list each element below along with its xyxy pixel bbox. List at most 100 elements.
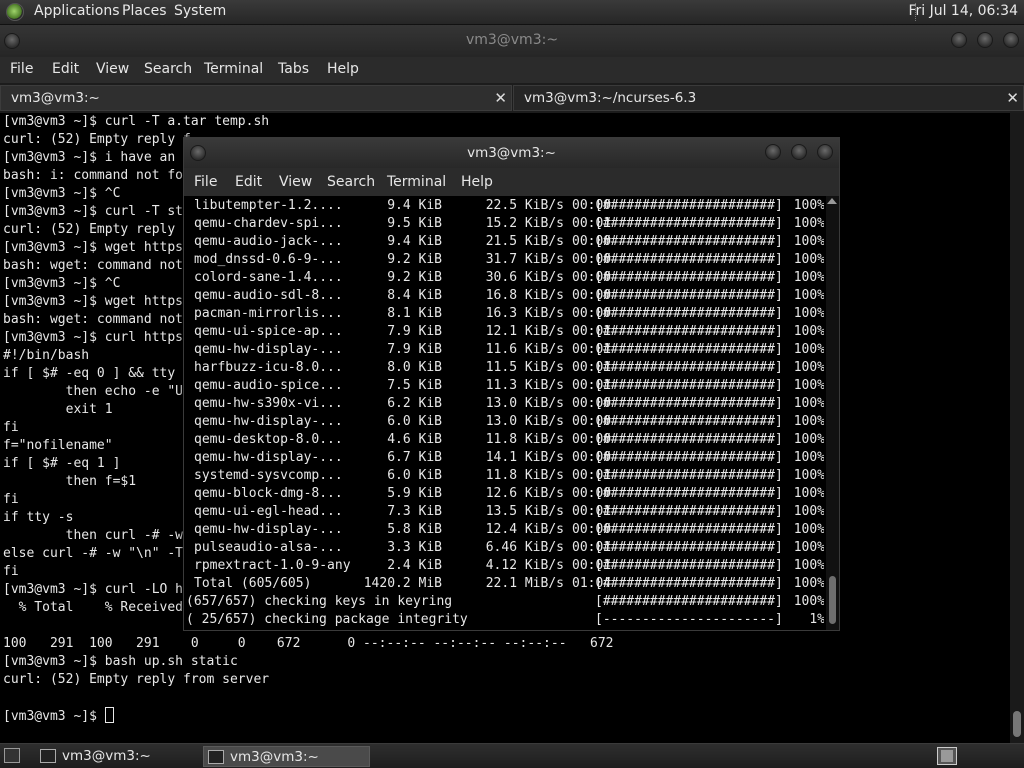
tab-close-icon[interactable]: ✕ (494, 89, 507, 107)
download-bar: [######################] (595, 576, 783, 591)
download-size: 9.4 KiB (387, 234, 442, 249)
download-size: 8.4 KiB (387, 288, 442, 303)
download-speed: 31.7 KiB/s (485, 252, 564, 267)
terminal-line: [vm3@vm3 ~]$ curl -T a.tar temp.sh (3, 114, 270, 129)
download-name: pulseaudio-alsa-... (194, 540, 343, 555)
float-scrollbar[interactable] (826, 196, 839, 630)
download-pct: 100% (793, 306, 824, 321)
download-pct: 100% (793, 216, 824, 231)
terminal-line: then f=$1 (3, 474, 137, 489)
clock[interactable]: Fri Jul 14, 06:34 (908, 3, 1018, 19)
download-pct: 100% (793, 198, 824, 213)
download-pct: 100% (793, 576, 824, 591)
menu-edit[interactable]: Edit (235, 174, 262, 190)
download-pct: 100% (793, 540, 824, 555)
download-speed: 22.1 MiB/s (485, 576, 564, 591)
download-bar: [######################] (595, 558, 783, 573)
download-size: 6.0 KiB (387, 468, 442, 483)
terminal-line: [vm3@vm3 ~]$ i have an (3, 150, 176, 165)
download-speed: 30.6 KiB/s (485, 270, 564, 285)
terminal-line: if [ $# -eq 1 ] (3, 456, 121, 471)
main-scrollbar[interactable] (1010, 113, 1024, 743)
menu-terminal[interactable]: Terminal (387, 174, 446, 190)
float-terminal-output[interactable]: libutempter-1.2.... 9.4 KiB 22.5 KiB/s 00:0… (184, 196, 824, 630)
terminal-line: fi (3, 492, 19, 507)
menu-places[interactable]: Places (122, 3, 167, 19)
status-percent: 100% (793, 594, 824, 609)
download-speed: 4.12 KiB/s (485, 558, 564, 573)
download-name: qemu-hw-display-... (194, 414, 343, 429)
download-size: 7.5 KiB (387, 378, 442, 393)
menu-applications[interactable]: Applications (34, 3, 120, 19)
menu-edit[interactable]: Edit (52, 61, 79, 77)
download-size: 3.3 KiB (387, 540, 442, 555)
maximize-button[interactable] (791, 144, 807, 160)
tab-close-icon[interactable]: ✕ (1006, 89, 1019, 107)
download-bar: [######################] (595, 432, 783, 447)
main-titlebar[interactable]: vm3@vm3:~ (0, 25, 1024, 57)
menu-search[interactable]: Search (144, 61, 192, 77)
scrollbar-thumb[interactable] (1013, 711, 1021, 737)
menu-file[interactable]: File (10, 61, 33, 77)
download-size: 6.7 KiB (387, 450, 442, 465)
terminal-line: curl: (52) Empty reply f (3, 132, 191, 147)
show-desktop-icon[interactable] (4, 748, 20, 763)
download-size: 9.4 KiB (387, 198, 442, 213)
workspace-switcher[interactable] (937, 747, 957, 765)
applications-logo-icon[interactable] (6, 3, 24, 21)
workspace-indicator (941, 750, 953, 762)
menu-view[interactable]: View (96, 61, 129, 77)
download-name: Total (605/605) (194, 576, 312, 591)
scrollbar-thumb[interactable] (829, 576, 836, 624)
download-size: 8.1 KiB (387, 306, 442, 321)
minimize-button[interactable] (951, 32, 967, 48)
menu-system[interactable]: System (174, 3, 226, 19)
download-speed: 11.8 KiB/s (485, 432, 564, 447)
float-menubar: File Edit View Search Terminal Help (184, 168, 839, 196)
menu-help[interactable]: Help (461, 174, 493, 190)
download-name: systemd-sysvcomp... (194, 468, 343, 483)
minimize-button[interactable] (765, 144, 781, 160)
taskbar-item-active[interactable]: vm3@vm3:~ (203, 746, 370, 767)
close-button[interactable] (1003, 32, 1019, 48)
scroll-up-icon[interactable] (827, 198, 837, 204)
download-pct: 100% (793, 522, 824, 537)
download-speed: 12.1 KiB/s (485, 324, 564, 339)
download-pct: 100% (793, 378, 824, 393)
tab-ncurses[interactable]: vm3@vm3:~/ncurses-6.3 ✕ (513, 85, 1024, 111)
download-size: 9.2 KiB (387, 270, 442, 285)
download-speed: 12.6 KiB/s (485, 486, 564, 501)
menu-tabs[interactable]: Tabs (278, 61, 309, 77)
status-text: (657/657) checking keys in keyring (186, 594, 453, 609)
download-size: 7.9 KiB (387, 342, 442, 357)
download-speed: 11.5 KiB/s (485, 360, 564, 375)
menu-file[interactable]: File (194, 174, 217, 190)
download-pct: 100% (793, 342, 824, 357)
download-name: qemu-hw-display-... (194, 342, 343, 357)
download-speed: 22.5 KiB/s (485, 198, 564, 213)
download-name: harfbuzz-icu-8.0... (194, 360, 343, 375)
float-window-title: vm3@vm3:~ (467, 145, 556, 161)
menu-help[interactable]: Help (327, 61, 359, 77)
close-button[interactable] (817, 144, 833, 160)
menu-view[interactable]: View (279, 174, 312, 190)
download-bar: [######################] (595, 360, 783, 375)
taskbar-item[interactable]: vm3@vm3:~ (36, 746, 198, 767)
taskbar-item-label: vm3@vm3:~ (230, 749, 319, 765)
download-pct: 100% (793, 234, 824, 249)
download-size: 7.9 KiB (387, 324, 442, 339)
terminal-line: [vm3@vm3 ~]$ curl -T st (3, 204, 184, 219)
download-speed: 14.1 KiB/s (485, 450, 564, 465)
menu-terminal[interactable]: Terminal (204, 61, 263, 77)
terminal-line: [vm3@vm3 ~]$ bash up.sh static (3, 654, 238, 669)
download-size: 6.0 KiB (387, 414, 442, 429)
tab-home[interactable]: vm3@vm3:~ ✕ (0, 85, 512, 111)
terminal-line: [vm3@vm3 ~]$ wget https (3, 294, 184, 309)
top-panel: Applications Places System Fri Jul 14, 0… (0, 0, 1024, 25)
download-size: 8.0 KiB (387, 360, 442, 375)
float-titlebar[interactable]: vm3@vm3:~ (184, 138, 839, 168)
main-window-title: vm3@vm3:~ (465, 32, 559, 48)
menu-search[interactable]: Search (327, 174, 375, 190)
maximize-button[interactable] (977, 32, 993, 48)
download-name: qemu-hw-s390x-vi... (194, 396, 343, 411)
